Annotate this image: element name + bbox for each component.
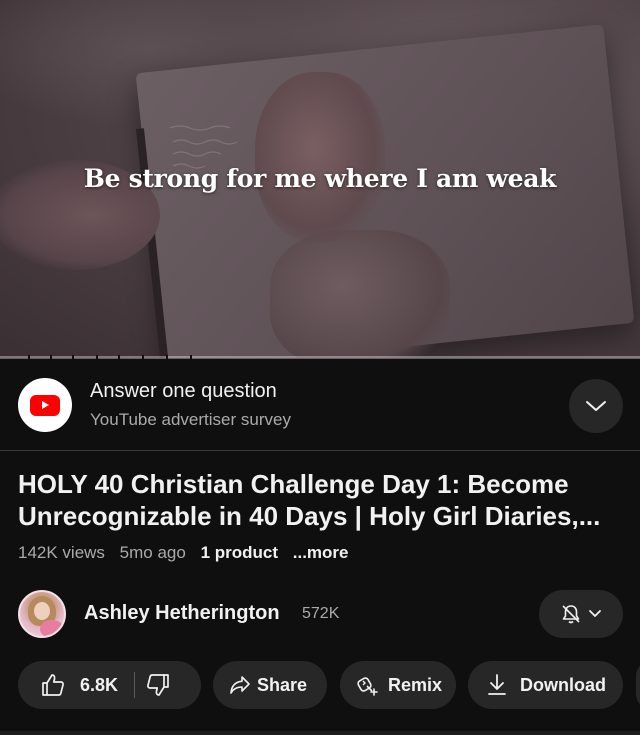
bottom-edge bbox=[0, 731, 640, 735]
remix-button[interactable]: Remix bbox=[340, 661, 456, 709]
survey-title: Answer one question bbox=[90, 380, 277, 402]
channel-row[interactable]: Ashley Hetherington 572K bbox=[0, 588, 640, 640]
thumbs-down-icon bbox=[147, 674, 169, 696]
product-link[interactable]: 1 product bbox=[201, 543, 278, 562]
more-actions-button[interactable] bbox=[636, 661, 640, 709]
video-metadata[interactable]: 142K views 5mo ago 1 product ...more bbox=[18, 543, 359, 563]
more-link[interactable]: ...more bbox=[293, 543, 349, 562]
channel-name[interactable]: Ashley Hetherington bbox=[84, 602, 280, 625]
avatar[interactable] bbox=[18, 590, 66, 638]
video-frame-hand-right bbox=[255, 72, 385, 242]
download-label: Download bbox=[520, 674, 606, 695]
video-progress-bar[interactable] bbox=[0, 355, 640, 360]
chapter-marker bbox=[118, 355, 120, 360]
divider bbox=[0, 450, 640, 451]
video-title[interactable]: HOLY 40 Christian Challenge Day 1: Becom… bbox=[18, 468, 628, 532]
like-dislike-group: 6.8K bbox=[18, 661, 201, 709]
action-bar: 6.8K Share Remix Download bbox=[0, 661, 640, 709]
download-button[interactable]: Download bbox=[468, 661, 623, 709]
bell-off-icon bbox=[560, 603, 582, 625]
share-icon bbox=[229, 675, 251, 695]
video-player[interactable]: Be strong for me where I am weak bbox=[0, 0, 640, 358]
chevron-down-icon bbox=[585, 399, 607, 413]
chapter-marker bbox=[142, 355, 144, 360]
download-icon bbox=[486, 673, 508, 697]
remix-icon bbox=[356, 673, 380, 697]
like-button[interactable] bbox=[40, 672, 66, 698]
chapter-marker bbox=[166, 355, 168, 360]
video-frame-sleeve bbox=[270, 230, 450, 358]
video-caption: Be strong for me where I am weak bbox=[83, 164, 557, 193]
chapter-marker bbox=[190, 355, 192, 360]
youtube-logo-icon bbox=[18, 378, 72, 432]
like-count: 6.8K bbox=[80, 674, 119, 695]
chapter-marker bbox=[96, 355, 98, 360]
like-divider bbox=[134, 672, 136, 698]
chevron-down-icon bbox=[588, 609, 602, 619]
chapter-marker bbox=[72, 355, 74, 360]
share-button[interactable]: Share bbox=[213, 661, 327, 709]
advertiser-survey-banner[interactable]: Answer one question YouTube advertiser s… bbox=[0, 364, 640, 450]
notification-settings-button[interactable] bbox=[539, 590, 623, 638]
chapter-marker bbox=[28, 355, 30, 360]
upload-age: 5mo ago bbox=[119, 543, 186, 562]
share-label: Share bbox=[257, 674, 308, 695]
thumbs-up-icon bbox=[42, 674, 64, 696]
dislike-button[interactable] bbox=[145, 672, 171, 698]
view-count: 142K views bbox=[18, 543, 105, 562]
expand-survey-button[interactable] bbox=[569, 379, 623, 433]
survey-subtitle: YouTube advertiser survey bbox=[90, 410, 291, 429]
chapter-marker bbox=[50, 355, 52, 360]
remix-label: Remix bbox=[388, 674, 443, 695]
subscriber-count: 572K bbox=[302, 605, 340, 622]
